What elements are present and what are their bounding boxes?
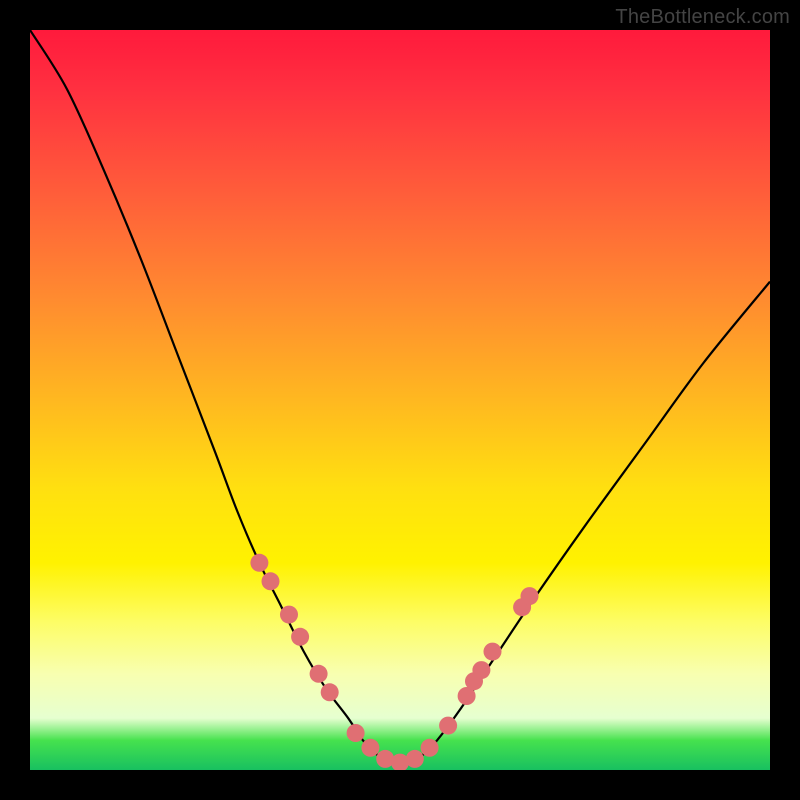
curve-marker — [406, 750, 424, 768]
curve-marker — [347, 724, 365, 742]
chart-plot-area — [30, 30, 770, 770]
curve-marker — [439, 717, 457, 735]
curve-marker — [321, 683, 339, 701]
curve-marker — [421, 739, 439, 757]
curve-marker — [472, 661, 490, 679]
bottleneck-curve-path — [30, 30, 770, 764]
curve-marker — [262, 572, 280, 590]
curve-marker — [521, 587, 539, 605]
curve-marker — [484, 643, 502, 661]
curve-marker — [291, 628, 309, 646]
curve-markers — [250, 554, 538, 770]
watermark-text: TheBottleneck.com — [615, 6, 790, 29]
curve-marker — [250, 554, 268, 572]
curve-marker — [280, 606, 298, 624]
curve-marker — [310, 665, 328, 683]
bottleneck-curve-svg — [30, 30, 770, 770]
curve-marker — [361, 739, 379, 757]
